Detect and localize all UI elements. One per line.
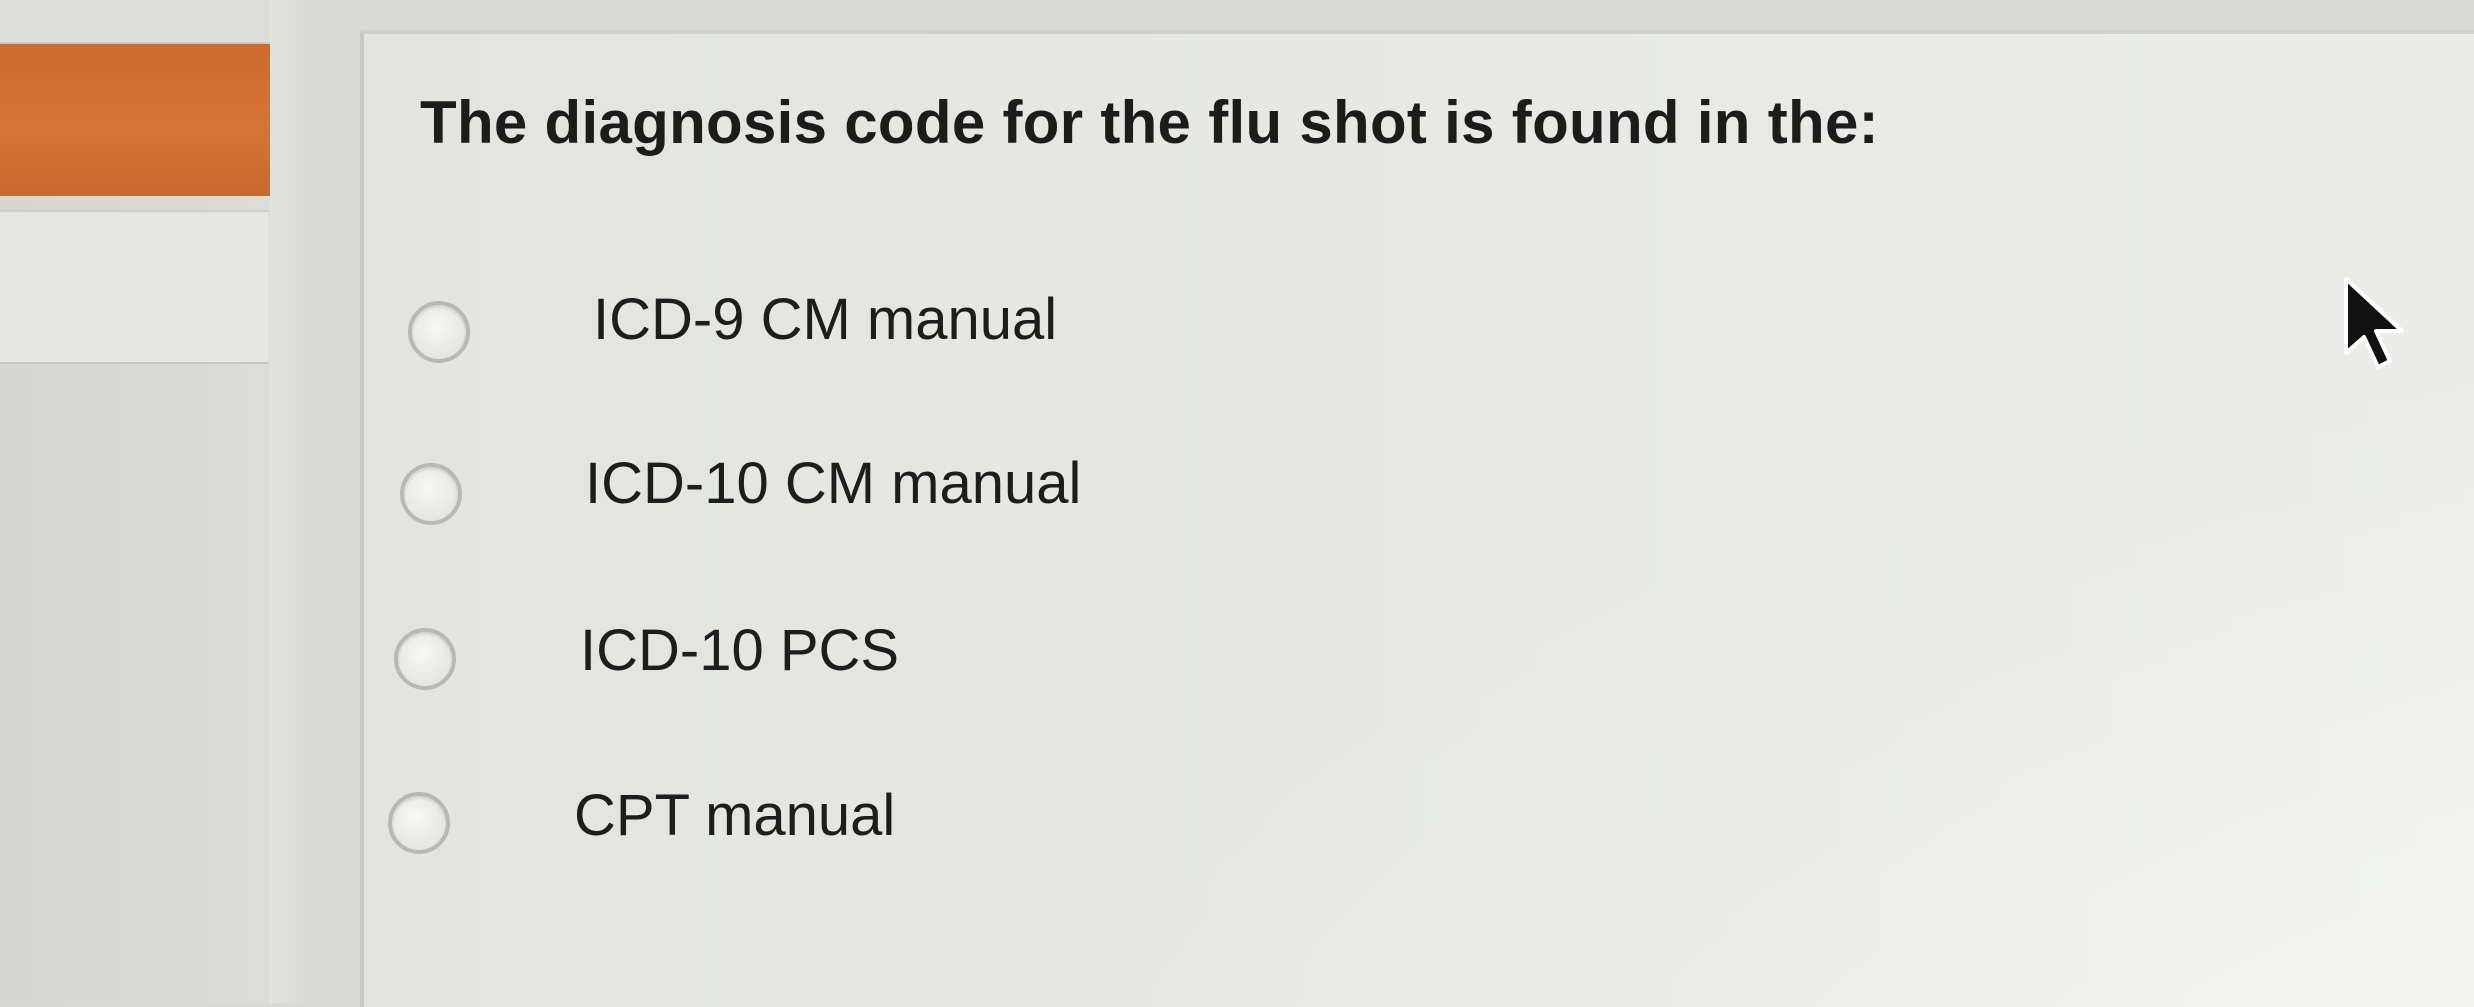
radio-button[interactable] bbox=[408, 301, 470, 363]
option-row[interactable] bbox=[400, 454, 462, 534]
question-text: The diagnosis code for the flu shot is f… bbox=[420, 89, 1879, 156]
radio-button[interactable] bbox=[394, 628, 456, 690]
option-row[interactable] bbox=[388, 783, 450, 863]
sidebar-active-item[interactable] bbox=[0, 44, 270, 196]
radio-button[interactable] bbox=[388, 792, 450, 854]
option-label[interactable]: ICD-10 PCS bbox=[580, 617, 899, 684]
option-label[interactable]: ICD-9 CM manual bbox=[593, 286, 1057, 353]
option-label[interactable]: ICD-10 CM manual bbox=[585, 450, 1081, 517]
question-panel bbox=[360, 30, 2474, 1007]
sidebar-item[interactable] bbox=[0, 210, 268, 364]
option-row[interactable] bbox=[408, 292, 470, 372]
option-label[interactable]: CPT manual bbox=[574, 782, 895, 849]
mouse-pointer-icon bbox=[2344, 277, 2404, 369]
radio-button[interactable] bbox=[400, 463, 462, 525]
panel-gutter bbox=[270, 0, 306, 1003]
sidebar-top-item[interactable] bbox=[0, 0, 270, 44]
option-row[interactable] bbox=[394, 619, 456, 699]
